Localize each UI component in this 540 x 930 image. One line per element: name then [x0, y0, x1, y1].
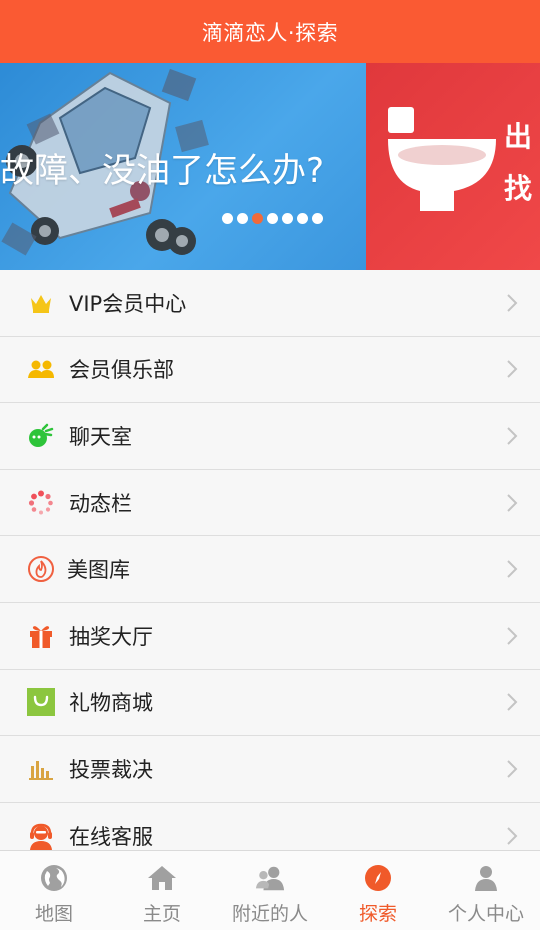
bar-chart-icon: [26, 754, 56, 784]
tab-label: 个人中心: [447, 903, 524, 925]
menu-item-label: 美图库: [67, 558, 130, 583]
app-header: 滴滴恋人·探索: [0, 0, 540, 63]
menu-item-feed[interactable]: 动态栏: [0, 469, 540, 537]
carousel-dot[interactable]: [252, 213, 263, 224]
tab-label: 地图: [34, 903, 73, 925]
menu-item-label: 投票裁决: [69, 757, 153, 782]
carousel-dot[interactable]: [267, 213, 278, 224]
tab-nearby[interactable]: 附近的人: [216, 851, 324, 930]
crown-icon: [26, 288, 56, 318]
carousel-dot[interactable]: [297, 213, 308, 224]
bottom-tab-bar: 地图 主页 附近的人 探索 个人中心: [0, 850, 540, 930]
carousel-indicator: [222, 213, 323, 224]
banner-carousel[interactable]: 故障、没油了怎么办? 出 找: [0, 63, 540, 270]
tab-explore[interactable]: 探索: [324, 851, 432, 930]
shopping-bag-icon: [26, 687, 56, 717]
tab-profile[interactable]: 个人中心: [432, 851, 540, 930]
chevron-right-icon: [507, 493, 518, 512]
explore-menu: VIP会员中心 会员俱乐部 聊天室 动态栏 美图库 抽奖大厅 礼物商城 投票裁决…: [0, 270, 540, 870]
globe-icon: [39, 863, 69, 893]
menu-item-label: 聊天室: [69, 424, 132, 449]
tab-label: 附近的人: [231, 903, 308, 925]
carousel-dot[interactable]: [237, 213, 248, 224]
chat-icon: [26, 421, 56, 451]
menu-item-label: 在线客服: [69, 824, 153, 849]
menu-item-club[interactable]: 会员俱乐部: [0, 336, 540, 404]
group-icon: [26, 354, 56, 384]
chevron-right-icon: [507, 693, 518, 712]
page-title: 滴滴恋人·探索: [201, 20, 339, 45]
banner-slide2-line1: 出: [504, 120, 533, 153]
tab-label: 探索: [358, 903, 397, 925]
menu-item-lottery[interactable]: 抽奖大厅: [0, 602, 540, 670]
menu-item-voting[interactable]: 投票裁决: [0, 736, 540, 803]
chevron-right-icon: [507, 826, 518, 845]
menu-item-label: 礼物商城: [69, 691, 153, 716]
chevron-right-icon: [507, 627, 518, 645]
carousel-dot[interactable]: [222, 213, 233, 224]
toilet-icon: [388, 107, 496, 211]
menu-item-label: 会员俱乐部: [69, 358, 174, 383]
chevron-right-icon: [507, 760, 518, 778]
headset-icon: [26, 821, 56, 851]
menu-item-chatroom[interactable]: 聊天室: [0, 403, 540, 470]
tab-label: 主页: [142, 903, 181, 925]
user-icon: [471, 863, 501, 893]
carousel-dot[interactable]: [282, 213, 293, 224]
chevron-right-icon: [507, 360, 518, 379]
tab-home[interactable]: 主页: [108, 851, 216, 930]
chevron-right-icon: [507, 427, 518, 445]
chevron-right-icon: [507, 560, 518, 578]
banner-slide-toilet[interactable]: 出 找: [366, 63, 540, 270]
menu-item-vip[interactable]: VIP会员中心: [0, 270, 540, 337]
compass-icon: [363, 863, 393, 893]
menu-item-gallery[interactable]: 美图库: [0, 536, 540, 603]
home-icon: [147, 863, 177, 893]
banner-slide2-line2: 找: [504, 172, 533, 205]
menu-item-label: VIP会员中心: [69, 291, 187, 316]
banner-headline: 故障、没油了怎么办?: [0, 151, 325, 191]
menu-item-gift-shop[interactable]: 礼物商城: [0, 669, 540, 737]
carousel-dot[interactable]: [312, 213, 323, 224]
chevron-right-icon: [507, 294, 518, 312]
banner-slide-car[interactable]: 故障、没油了怎么办?: [0, 63, 366, 270]
spinner-icon: [26, 488, 56, 518]
flame-icon: [26, 554, 56, 584]
gift-icon: [26, 621, 56, 651]
tab-map[interactable]: 地图: [0, 851, 108, 930]
menu-item-label: 抽奖大厅: [69, 624, 153, 649]
menu-item-label: 动态栏: [69, 491, 132, 516]
people-icon: [255, 863, 285, 893]
